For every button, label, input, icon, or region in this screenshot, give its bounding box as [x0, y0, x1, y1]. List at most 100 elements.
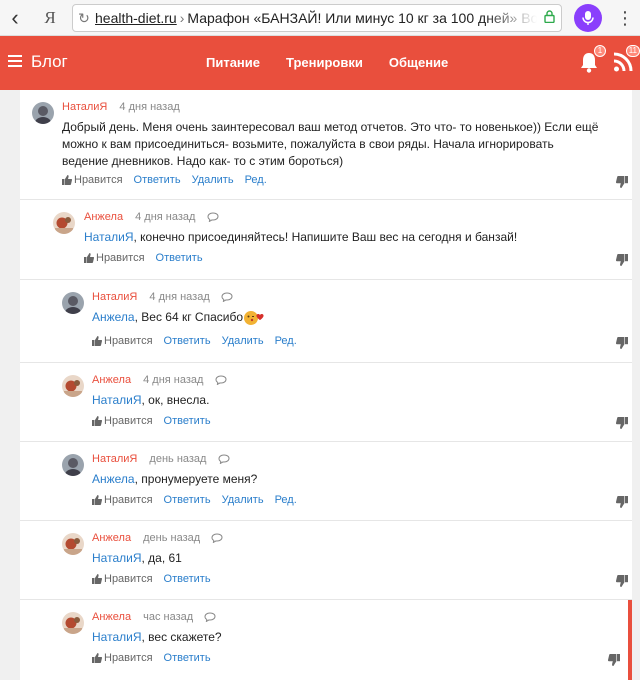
voice-assistant-button[interactable] [574, 4, 602, 32]
comment-actions: Нравится Ответить Удалить Ред. [92, 494, 297, 506]
browser-toolbar: ‹ Я ↻ health-diet.ru › Марафон «БАНЗАЙ! … [0, 0, 640, 36]
thumbs-down-icon[interactable] [616, 417, 628, 429]
like-button[interactable]: Нравится [92, 415, 153, 427]
comment-text: Анжела, пронумеруете меня? [92, 471, 612, 488]
edit-button[interactable]: Ред. [275, 494, 297, 506]
avatar[interactable] [62, 375, 84, 397]
avatar[interactable] [62, 533, 84, 555]
reply-bubble-icon[interactable] [204, 612, 216, 623]
reply-button[interactable]: Ответить [164, 415, 211, 427]
reply-button[interactable]: Ответить [164, 335, 211, 347]
like-button[interactable]: Нравится [92, 494, 153, 506]
comment-item: Анжела час назад НаталиЯ, вес скажете? Н… [20, 600, 632, 680]
comment-author[interactable]: НаталиЯ [92, 291, 137, 303]
avatar[interactable] [32, 102, 54, 124]
edit-button[interactable]: Ред. [275, 335, 297, 347]
like-button[interactable]: Нравится [84, 252, 145, 264]
thumbs-down-icon[interactable] [616, 254, 628, 266]
yandex-logo[interactable]: Я [30, 8, 70, 28]
like-button[interactable]: Нравится [92, 335, 153, 347]
like-button[interactable]: Нравится [62, 174, 123, 186]
hamburger-menu-icon[interactable] [8, 55, 22, 67]
notifications-button[interactable]: 1 [578, 45, 606, 74]
comment-author[interactable]: Анжела [92, 374, 131, 386]
nav-workouts[interactable]: Тренировки [286, 55, 363, 70]
comment-mention[interactable]: НаталиЯ [84, 230, 133, 244]
feed-button[interactable]: 11 [612, 45, 640, 74]
delete-button[interactable]: Удалить [192, 174, 234, 186]
edit-button[interactable]: Ред. [245, 174, 267, 186]
avatar[interactable] [53, 212, 75, 234]
thumbs-up-icon [92, 416, 102, 426]
reply-button[interactable]: Ответить [164, 573, 211, 585]
comment-text-body: , Вес 64 кг Спасибо [134, 310, 244, 325]
comment-author[interactable]: НаталиЯ [62, 101, 107, 113]
comment-text: Анжела, Вес 64 кг Спасибо [92, 309, 612, 327]
back-button[interactable]: ‹ [0, 0, 30, 36]
avatar[interactable] [62, 612, 84, 634]
url-domain: health-diet.ru [95, 10, 177, 26]
reply-bubble-icon[interactable] [218, 454, 230, 465]
comment-meta: Анжела час назад [92, 611, 216, 623]
comment-author[interactable]: НаталиЯ [92, 453, 137, 465]
like-button[interactable]: Нравится [92, 573, 153, 585]
delete-button[interactable]: Удалить [222, 494, 264, 506]
comment-meta: Анжела день назад [92, 532, 223, 544]
comment-text-body: , конечно присоединяйтесь! Напишите Ваш … [133, 230, 518, 244]
comment-mention[interactable]: НаталиЯ [92, 630, 141, 644]
nav-nutrition[interactable]: Питание [206, 55, 260, 70]
thumbs-down-icon[interactable] [616, 176, 628, 188]
comment-meta: Анжела 4 дня назад [84, 211, 219, 223]
like-label: Нравится [104, 652, 153, 664]
delete-button[interactable]: Удалить [222, 335, 264, 347]
comment-item: Анжела 4 дня назад НаталиЯ, конечно прис… [20, 200, 632, 280]
site-header: Блог Питание Тренировки Общение 1 11 [0, 36, 640, 90]
browser-menu-button[interactable]: ⋮ [616, 0, 634, 36]
comment-item: Анжела день назад НаталиЯ, да, 61 Нравит… [20, 521, 632, 600]
reply-bubble-icon[interactable] [207, 212, 219, 223]
reply-button[interactable]: Ответить [164, 652, 211, 664]
comment-actions: Нравится Ответить [92, 652, 211, 664]
reply-button[interactable]: Ответить [156, 252, 203, 264]
comment-author[interactable]: Анжела [92, 532, 131, 544]
comment-actions: Нравится Ответить [84, 252, 203, 264]
comment-item: НаталиЯ 4 дня назад Добрый день. Меня оч… [20, 90, 632, 200]
reload-icon[interactable]: ↻ [73, 10, 95, 27]
comment-text-body: , да, 61 [141, 551, 182, 565]
microphone-icon [582, 11, 594, 25]
comment-meta: НаталиЯ 4 дня назад [92, 291, 233, 303]
comment-author[interactable]: Анжела [84, 211, 123, 223]
avatar[interactable] [62, 292, 84, 314]
comment-time: 4 дня назад [143, 374, 204, 386]
thumbs-down-icon[interactable] [616, 575, 628, 587]
comment-text: НаталиЯ, вес скажете? [92, 629, 612, 646]
thumbs-down-icon[interactable] [616, 337, 628, 349]
nav-community[interactable]: Общение [389, 55, 448, 70]
comment-time: день назад [143, 532, 201, 544]
reply-bubble-icon[interactable] [211, 533, 223, 544]
reply-button[interactable]: Ответить [134, 174, 181, 186]
reply-button[interactable]: Ответить [164, 494, 211, 506]
thumbs-up-icon [92, 574, 102, 584]
like-label: Нравится [104, 335, 153, 347]
blog-link[interactable]: Блог [31, 52, 68, 72]
comment-mention[interactable]: НаталиЯ [92, 551, 141, 565]
comment-mention[interactable]: НаталиЯ [92, 393, 141, 407]
avatar[interactable] [62, 454, 84, 476]
thumbs-down-icon[interactable] [616, 496, 628, 508]
like-button[interactable]: Нравится [92, 652, 153, 664]
reply-bubble-icon[interactable] [215, 375, 227, 386]
reply-bubble-icon[interactable] [221, 292, 233, 303]
comment-meta: Анжела 4 дня назад [92, 374, 227, 386]
comment-mention[interactable]: Анжела [92, 310, 135, 324]
like-label: Нравится [74, 174, 123, 186]
comment-author[interactable]: Анжела [92, 611, 131, 623]
comment-item: НаталиЯ день назад Анжела, пронумеруете … [20, 442, 632, 521]
address-bar[interactable]: ↻ health-diet.ru › Марафон «БАНЗАЙ! Или … [72, 4, 562, 32]
thumbs-down-icon[interactable] [608, 654, 620, 666]
main-nav: Питание Тренировки Общение [206, 55, 448, 70]
like-label: Нравится [104, 573, 153, 585]
notifications-count-badge: 1 [594, 45, 606, 57]
comment-mention[interactable]: Анжела [92, 472, 135, 486]
lock-icon[interactable] [537, 10, 561, 26]
